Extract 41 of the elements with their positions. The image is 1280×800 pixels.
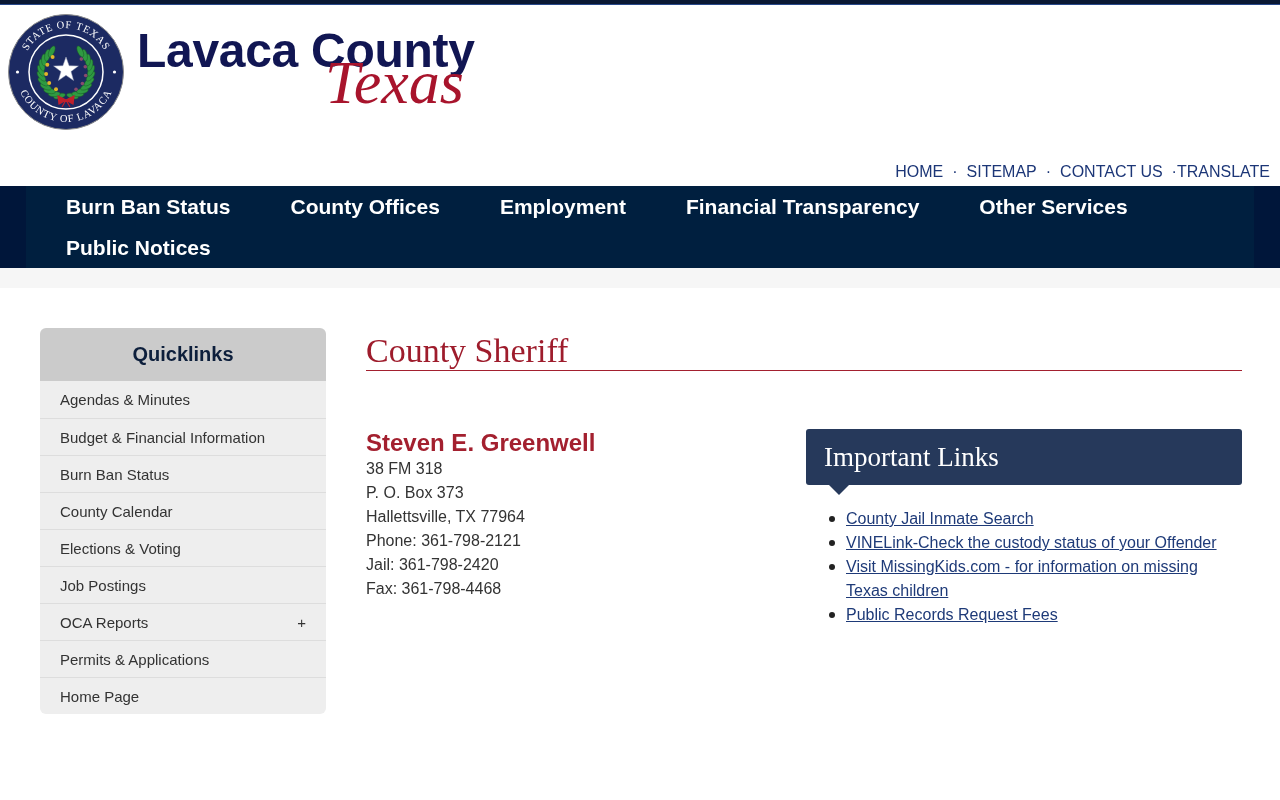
sidebar-link[interactable]: Job Postings: [40, 566, 326, 603]
sidebar-link[interactable]: Burn Ban Status: [40, 455, 326, 492]
nav-link[interactable]: Burn Ban Status: [36, 186, 261, 227]
sidebar-link[interactable]: Budget & Financial Information: [40, 418, 326, 455]
contact-line: Hallettsville, TX 77964: [366, 507, 526, 527]
utility-link[interactable]: CONTACT US: [1060, 162, 1163, 182]
bullet-icon: [829, 612, 835, 618]
content-link[interactable]: County Jail Inmate Search: [846, 507, 1034, 531]
bullet-icon: [829, 516, 835, 522]
contact-line: P. O. Box 373: [366, 483, 465, 503]
sidebar-heading: Quicklinks: [40, 328, 326, 381]
nav-link[interactable]: Employment: [469, 186, 656, 227]
bullet-icon: [829, 540, 835, 546]
content-link[interactable]: Public Records Request Fees: [846, 603, 1058, 627]
contact-name: Steven E. Greenwell: [366, 429, 597, 457]
utility-link[interactable]: ·TRANSLATE: [1171, 162, 1270, 182]
nav-link[interactable]: Financial Transparency: [655, 186, 950, 227]
sidebar-link[interactable]: OCA Reports +: [40, 603, 326, 640]
expand-toggle[interactable]: +: [297, 613, 306, 631]
bullet-icon: [829, 564, 835, 570]
nav-link[interactable]: County Offices: [260, 186, 470, 227]
sidebar-link[interactable]: Agendas & Minutes: [40, 381, 326, 418]
content-link[interactable]: Visit MissingKids.com - for information on missing Texas children: [846, 555, 1239, 603]
sidebar-link[interactable]: Elections & Voting: [40, 529, 326, 566]
pointer-notch-icon: [829, 485, 849, 495]
utility-link[interactable]: HOME: [895, 162, 944, 182]
nav-separator: ·: [1045, 162, 1052, 182]
sidebar-link[interactable]: Home Page: [40, 677, 326, 714]
utility-link[interactable]: SITEMAP: [966, 162, 1037, 182]
sidebar-link[interactable]: Permits & Applications: [40, 640, 326, 677]
contact-line: Fax: 361-798-4468: [366, 579, 503, 599]
content-link[interactable]: VINELink-Check the custody status of your Offender: [846, 531, 1217, 555]
sidebar-link[interactable]: County Calendar: [40, 492, 326, 529]
nav-link[interactable]: Other Services: [949, 186, 1158, 227]
page-title: County Sheriff: [366, 328, 1242, 371]
panel-heading: Important Links: [806, 429, 1242, 485]
contact-line: 38 FM 318: [366, 459, 444, 479]
nav-link[interactable]: Public Notices: [36, 227, 241, 268]
nav-separator: ·: [952, 162, 958, 182]
contact-line: Phone: 361-798-2121: [366, 531, 522, 551]
contact-line: Jail: 361-798-2420: [366, 555, 500, 575]
